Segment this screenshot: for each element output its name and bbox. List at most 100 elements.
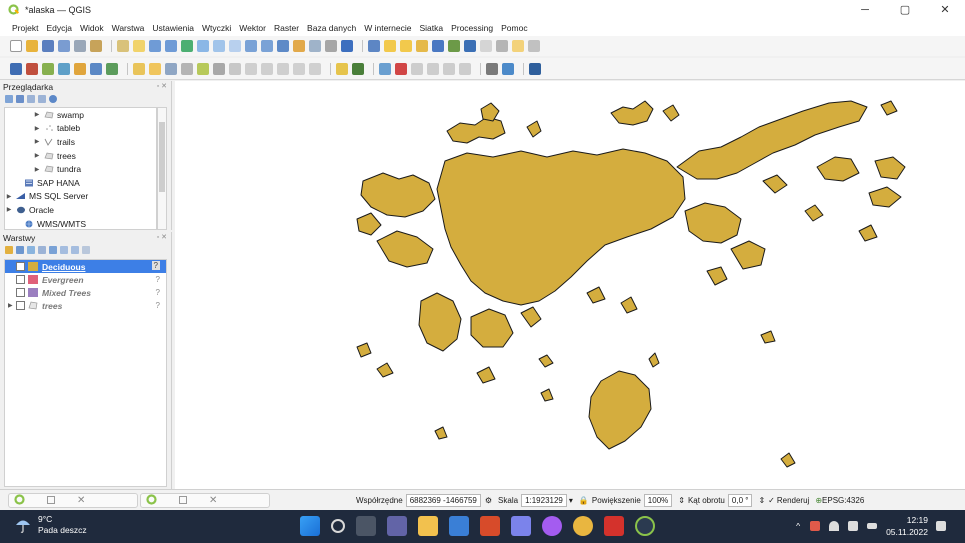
maximize-button[interactable]: ▢ (885, 0, 925, 20)
close-icon[interactable]: ✕ (209, 495, 217, 506)
panel-close-icon[interactable]: ▫ ✕ (157, 232, 167, 244)
browser-scrollbar[interactable] (157, 107, 167, 230)
menu-ustawienia[interactable]: Ustawienia (152, 23, 194, 33)
open-project-icon[interactable] (26, 40, 38, 52)
layer-style-icon[interactable]: ? (156, 275, 160, 284)
expand-arrow-icon[interactable]: ▶ (8, 302, 16, 309)
notification-icon[interactable] (936, 521, 946, 531)
new-project-icon[interactable] (10, 40, 22, 52)
zoom-out-icon[interactable] (165, 40, 177, 52)
scrollbar-thumb[interactable] (159, 122, 165, 192)
lock-icon[interactable]: 🔒 (579, 496, 589, 505)
zoom-full-icon[interactable] (181, 40, 193, 52)
teams-icon[interactable] (511, 516, 531, 536)
qgis-taskbar-tab[interactable]: ✕ (140, 492, 270, 508)
clock[interactable]: 12:19 05.11.2022 (886, 514, 928, 538)
tree-item-trails[interactable]: ▶ trails (5, 135, 156, 149)
bookmark-icon[interactable] (293, 40, 305, 52)
add-selected-layers-icon[interactable] (5, 95, 13, 103)
close-icon[interactable]: ✕ (77, 495, 85, 506)
cut-features-icon[interactable] (245, 62, 257, 75)
windows-start-icon[interactable] (300, 516, 320, 536)
select-features-icon[interactable] (384, 40, 396, 52)
add-raster-icon[interactable] (106, 62, 118, 75)
close-button[interactable]: ✕ (925, 0, 965, 20)
tree-item-swamp[interactable]: ▶ swamp (5, 108, 156, 122)
layer-symbol-swatch[interactable] (28, 288, 38, 297)
task-view-icon[interactable] (356, 516, 376, 536)
render-checkbox[interactable]: ✓ (768, 496, 775, 505)
map-features[interactable] (175, 81, 965, 489)
temporal-controller-icon[interactable] (325, 40, 337, 52)
volume-icon[interactable] (848, 521, 859, 531)
map-canvas[interactable] (175, 81, 965, 489)
qgis-taskbar-tab[interactable]: ✕ (8, 492, 138, 508)
wifi-icon[interactable] (829, 521, 840, 531)
toggle-extents-icon[interactable]: ⚙ (485, 496, 492, 505)
layers-list[interactable]: ✓ Deciduous ? Evergreen ? Mixed Trees ? … (4, 259, 167, 487)
properties-icon[interactable] (49, 95, 57, 103)
identify-features-icon[interactable] (368, 40, 380, 52)
label-properties-icon[interactable] (443, 62, 455, 75)
tree-item-ms-sql-server[interactable]: ▶ MS SQL Server (5, 190, 156, 204)
manage-map-themes-icon[interactable] (27, 246, 35, 254)
qgis-app-icon[interactable] (635, 516, 655, 536)
crs-label[interactable]: EPSG:4326 (822, 496, 864, 505)
show-tips-icon[interactable] (480, 40, 492, 52)
layer-style-icon[interactable]: ? (156, 301, 160, 310)
python-console-icon[interactable] (486, 62, 498, 75)
layer-style-icon[interactable]: ? (156, 288, 160, 297)
scale-field[interactable]: 1:1923129 (521, 493, 567, 507)
expand-arrow-icon[interactable]: ▶ (5, 206, 13, 213)
add-group-icon[interactable] (16, 246, 24, 254)
save-project-icon[interactable] (42, 40, 54, 52)
style-manager-icon[interactable] (90, 40, 102, 52)
layer-item-mixed-trees[interactable]: Mixed Trees ? (5, 286, 166, 299)
measure-icon[interactable] (496, 40, 508, 52)
layer-visibility-checkbox[interactable] (16, 275, 25, 284)
layer-item-deciduous[interactable]: ✓ Deciduous ? (5, 260, 166, 273)
field-calculator-icon[interactable] (448, 40, 460, 52)
zoom-in-icon[interactable] (149, 40, 161, 52)
chevron-up-icon[interactable]: ^ (796, 521, 800, 531)
paste-features-icon[interactable] (277, 62, 289, 75)
new-geopackage-icon[interactable] (26, 62, 38, 75)
menu-wtyczki[interactable]: Wtyczki (202, 23, 231, 33)
expand-all-icon[interactable] (60, 246, 68, 254)
messenger-icon[interactable] (542, 516, 562, 536)
add-vector-icon[interactable] (90, 62, 102, 75)
copy-features-icon[interactable] (261, 62, 273, 75)
menu-processing[interactable]: Processing (451, 23, 493, 33)
menu-wektor[interactable]: Wektor (239, 23, 266, 33)
layer-item-evergreen[interactable]: Evergreen ? (5, 273, 166, 286)
layer-symbol-swatch[interactable] (28, 262, 38, 271)
filter-icon[interactable] (27, 95, 35, 103)
pin-labels-icon[interactable] (352, 62, 364, 75)
new-temp-layer-icon[interactable] (74, 62, 86, 75)
browser-tree[interactable]: ▶ swamp ▶ tableb ▶ trails ▶ trees ▶ tund… (4, 107, 157, 230)
menu-warstwa[interactable]: Warstwa (112, 23, 145, 33)
layer-visibility-checkbox[interactable] (16, 288, 25, 297)
file-explorer-icon[interactable] (418, 516, 438, 536)
zoom-native-icon[interactable] (229, 40, 241, 52)
label-toolbar-icon[interactable] (336, 62, 348, 75)
filter-legend-icon[interactable] (38, 246, 46, 254)
tree-item-tableb[interactable]: ▶ tableb (5, 122, 156, 136)
deselect-icon[interactable] (400, 40, 412, 52)
coordinates-field[interactable]: 6882369 -1466759 (405, 493, 481, 507)
toggle-editing-icon[interactable] (133, 62, 145, 75)
tree-item-oracle[interactable]: ▶ Oracle (5, 203, 156, 217)
menu-widok[interactable]: Widok (80, 23, 104, 33)
refresh-icon[interactable] (16, 95, 24, 103)
search-icon[interactable] (331, 519, 345, 533)
magnifier-field[interactable]: 100% (643, 493, 673, 507)
panel-close-icon[interactable]: ▫ ✕ (157, 81, 167, 93)
digitize-icon[interactable] (181, 62, 193, 75)
zoom-last-icon[interactable] (245, 40, 257, 52)
redo-icon[interactable] (309, 62, 321, 75)
calendar-icon[interactable] (449, 516, 469, 536)
save-as-icon[interactable] (58, 40, 70, 52)
layer-item-trees[interactable]: ▶ trees ? (5, 299, 166, 312)
layer-visibility-checkbox[interactable]: ✓ (16, 262, 25, 271)
layer-symbol-swatch[interactable] (28, 275, 38, 284)
